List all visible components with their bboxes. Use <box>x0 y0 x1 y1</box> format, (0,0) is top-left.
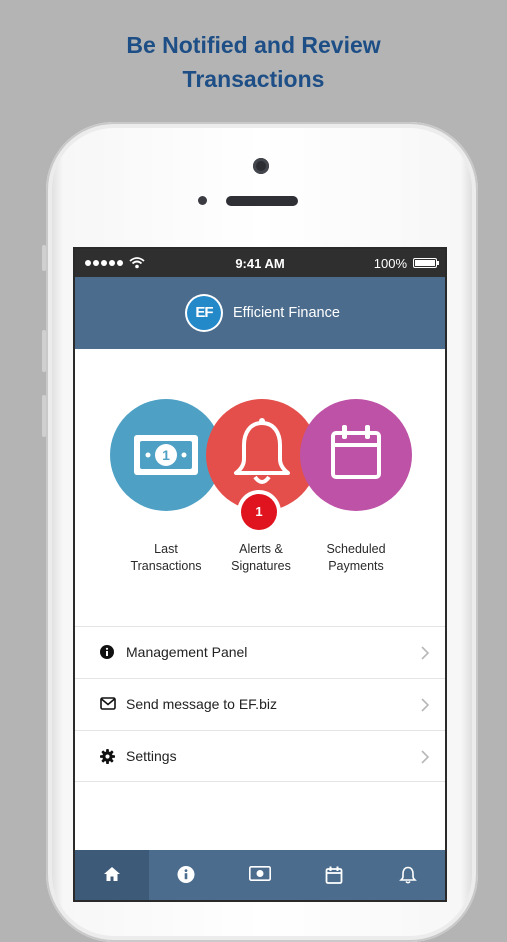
app-title: Efficient Finance <box>233 305 340 321</box>
battery-percentage: 100% <box>373 256 407 271</box>
phone-volume-up-button <box>42 330 46 372</box>
shortcut-circles: 1 1 <box>75 399 445 530</box>
info-icon <box>100 645 114 659</box>
envelope-icon <box>100 697 116 710</box>
label-line: Last <box>154 542 178 556</box>
info-icon <box>177 866 195 883</box>
label-line: Scheduled <box>326 542 386 556</box>
home-icon <box>104 867 120 881</box>
app-logo: EF <box>187 296 221 330</box>
settings-menu: Management Panel Send message to EF.biz <box>75 626 445 782</box>
menu-item-management-panel[interactable]: Management Panel <box>75 626 445 678</box>
label-line: Alerts & <box>239 542 283 556</box>
calendar-icon <box>325 866 343 884</box>
menu-item-label: Send message to EF.biz <box>126 696 277 712</box>
scheduled-payments-label: Scheduled Payments <box>301 541 411 575</box>
banknote-icon <box>249 866 271 881</box>
scheduled-payments-button[interactable] <box>300 399 412 511</box>
chevron-right-icon <box>421 750 429 764</box>
proximity-sensor <box>198 196 207 205</box>
bell-icon <box>399 866 417 884</box>
gear-icon <box>100 749 115 764</box>
tab-scheduled[interactable] <box>297 850 371 900</box>
phone-screen: 9:41 AM 100% EF Efficient Finance 1 1 La… <box>75 249 445 900</box>
label-line: Signatures <box>231 559 291 573</box>
phone-mute-switch <box>42 245 46 271</box>
phone-volume-down-button <box>42 395 46 437</box>
menu-item-send-message[interactable]: Send message to EF.biz <box>75 678 445 730</box>
calendar-icon <box>331 425 381 479</box>
tab-transactions[interactable] <box>223 850 297 900</box>
tab-alerts[interactable] <box>371 850 445 900</box>
alerts-count-badge: 1 <box>241 494 277 530</box>
battery-icon <box>413 258 439 268</box>
chevron-right-icon <box>421 646 429 660</box>
tab-info[interactable] <box>149 850 223 900</box>
menu-item-label: Settings <box>126 748 177 764</box>
status-bar: 9:41 AM 100% <box>75 249 445 277</box>
bottom-tab-bar <box>75 850 445 900</box>
chevron-right-icon <box>421 698 429 712</box>
tab-home[interactable] <box>75 850 149 900</box>
last-transactions-label: Last Transactions <box>111 541 221 575</box>
promo-headline: Be Notified and Review Transactions <box>0 28 507 96</box>
menu-item-settings[interactable]: Settings <box>75 730 445 782</box>
label-line: Transactions <box>130 559 202 573</box>
headline-line-1: Be Notified and Review <box>126 32 381 58</box>
headline-line-2: Transactions <box>182 66 325 92</box>
svg-text:1: 1 <box>162 447 170 463</box>
label-line: Payments <box>328 559 384 573</box>
app-header: EF Efficient Finance <box>75 277 445 349</box>
front-camera <box>253 158 269 174</box>
earpiece-speaker <box>226 196 298 206</box>
alerts-signatures-label: Alerts & Signatures <box>206 541 316 575</box>
menu-item-label: Management Panel <box>126 644 248 660</box>
